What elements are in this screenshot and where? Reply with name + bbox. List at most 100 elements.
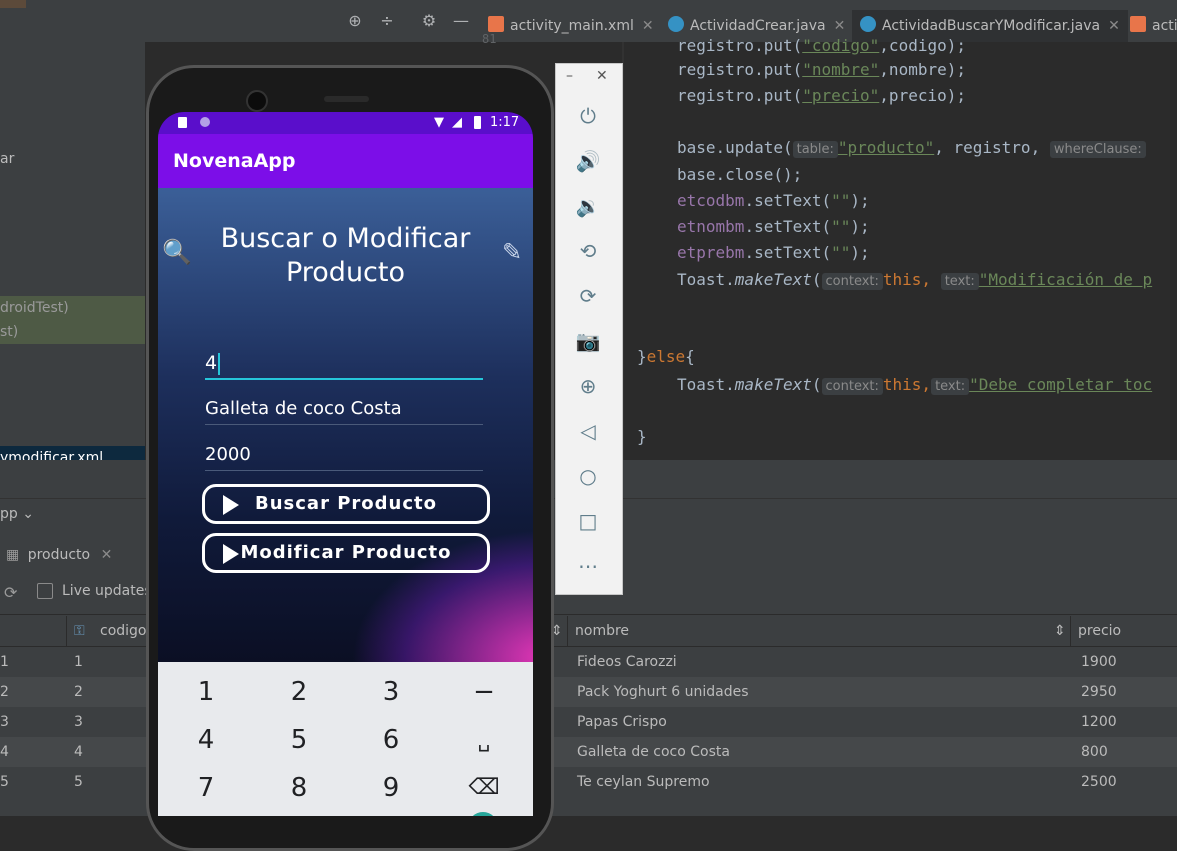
cell-codigo[interactable]: 2: [74, 677, 83, 707]
pencil-icon[interactable]: ✎: [502, 238, 522, 266]
modificar-producto-button[interactable]: Modificar Producto: [202, 533, 490, 573]
editor-tab-bar: ⊕ ÷ ⚙ — activity_main.xml ✕ ActividadCrea…: [0, 0, 1177, 45]
play-icon: [223, 544, 239, 564]
rotate-right-icon[interactable]: ⟳: [573, 281, 603, 311]
collapse-icon[interactable]: ÷: [378, 12, 396, 30]
tree-item-label: ar: [0, 151, 15, 167]
home-icon[interactable]: ○: [573, 461, 603, 491]
column-divider: [1070, 616, 1071, 646]
column-header-precio[interactable]: precio: [1078, 616, 1121, 646]
power-icon[interactable]: ⏻: [573, 101, 603, 131]
tree-item-android-test[interactable]: droidTest): [0, 296, 145, 320]
code-line: Toast.makeText(context: this, text: "Modif…: [677, 270, 1153, 290]
cell-precio[interactable]: 2950: [1081, 677, 1117, 707]
volume-up-icon[interactable]: 🔊: [573, 146, 603, 176]
overview-icon[interactable]: □: [573, 506, 603, 536]
key-minus[interactable]: −: [454, 670, 514, 714]
row-index: 1: [0, 654, 9, 670]
target-icon[interactable]: ⊕: [346, 12, 364, 30]
key-2[interactable]: 2: [269, 670, 329, 714]
code-line: }else{: [637, 347, 695, 366]
cell-precio[interactable]: 1900: [1081, 647, 1117, 677]
project-panel: ar droidTest) st) ymodificar.xml: [0, 42, 145, 497]
live-updates-checkbox[interactable]: [37, 583, 53, 599]
cell-nombre[interactable]: Papas Crispo: [577, 707, 667, 737]
cell-precio[interactable]: 1200: [1081, 707, 1117, 737]
param-hint: table:: [792, 141, 838, 158]
tab-label: ActividadBuscarYModificar.java: [882, 18, 1101, 34]
cell-codigo[interactable]: 3: [74, 707, 83, 737]
column-header-codigo[interactable]: codigo: [100, 616, 147, 646]
key-9[interactable]: 9: [361, 766, 421, 810]
clock: 1:17: [490, 115, 520, 130]
cell-nombre[interactable]: Pack Yoghurt 6 unidades: [577, 677, 749, 707]
tab-acti[interactable]: acti: [1130, 10, 1177, 42]
tab-activity-main-xml[interactable]: activity_main.xml ✕: [488, 10, 654, 42]
enter-key[interactable]: [468, 812, 498, 816]
cell-codigo[interactable]: 5: [74, 767, 83, 797]
key-1[interactable]: 1: [176, 670, 236, 714]
back-icon[interactable]: ◁: [573, 416, 603, 446]
close-icon[interactable]: ✕: [1108, 18, 1120, 34]
app-selector[interactable]: pp ⌄: [0, 506, 34, 522]
cell-codigo[interactable]: 4: [74, 737, 83, 767]
camera-icon[interactable]: 📷: [573, 326, 603, 356]
zoom-icon[interactable]: ⊕: [573, 371, 603, 401]
chevron-down-icon: ⌄: [22, 506, 34, 522]
tab-label: activity_main.xml: [510, 18, 634, 34]
code-line: registro.put("precio",precio);: [677, 86, 966, 105]
rotate-left-icon[interactable]: ⟲: [573, 236, 603, 266]
key-4[interactable]: 4: [176, 718, 236, 762]
codigo-input[interactable]: 4: [205, 352, 221, 375]
key-7[interactable]: 7: [176, 766, 236, 810]
search-icon[interactable]: 🔍: [162, 238, 192, 266]
xml-file-icon: [488, 16, 504, 32]
param-hint: text:: [940, 273, 979, 290]
minimize-icon[interactable]: —: [452, 12, 470, 30]
phone-screen: ▼ ◢ 1:17 NovenaApp 🔍 ✎ Buscar o Modifica…: [158, 112, 533, 816]
cell-nombre[interactable]: Galleta de coco Costa: [577, 737, 730, 767]
close-icon[interactable]: ✕: [642, 18, 654, 34]
tree-item-test[interactable]: st): [0, 320, 145, 344]
refresh-icon[interactable]: ⟳: [4, 583, 17, 602]
screen-content: 🔍 ✎ Buscar o Modificar Producto 4 Gallet…: [158, 188, 533, 662]
row-index: 4: [0, 744, 9, 760]
backspace-icon[interactable]: ⌫: [454, 766, 514, 810]
sd-card-icon: [178, 117, 187, 128]
space-key-icon[interactable]: ␣: [454, 718, 514, 762]
precio-input[interactable]: 2000: [205, 444, 251, 465]
cell-precio[interactable]: 2500: [1081, 767, 1117, 797]
cell-nombre[interactable]: Fideos Carozzi: [577, 647, 677, 677]
key-3[interactable]: 3: [361, 670, 421, 714]
code-editor[interactable]: 81 registro.put("codigo",codigo); regist…: [482, 32, 1177, 460]
volume-down-icon[interactable]: 🔉: [573, 191, 603, 221]
close-icon[interactable]: ✕: [596, 68, 608, 84]
app-bar: NovenaApp: [158, 134, 533, 188]
column-header-nombre[interactable]: nombre: [575, 616, 629, 646]
code-line: etprebm.setText("");: [677, 243, 870, 262]
key-8[interactable]: 8: [269, 766, 329, 810]
close-icon[interactable]: ✕: [101, 547, 113, 563]
app-selector-label: pp: [0, 506, 18, 522]
gear-icon[interactable]: ⚙: [420, 12, 438, 30]
java-class-icon: [860, 16, 876, 32]
buscar-producto-button[interactable]: Buscar Producto: [202, 484, 490, 524]
cell-precio[interactable]: 800: [1081, 737, 1108, 767]
battery-icon: [474, 116, 481, 129]
cell-nombre[interactable]: Te ceylan Supremo: [577, 767, 710, 797]
nombre-input[interactable]: Galleta de coco Costa: [205, 398, 402, 419]
key-5[interactable]: 5: [269, 718, 329, 762]
front-camera: [246, 90, 268, 112]
cell-codigo[interactable]: 1: [74, 647, 83, 677]
sort-icon[interactable]: ⇕: [1054, 616, 1066, 646]
minimize-icon[interactable]: –: [566, 68, 573, 84]
close-icon[interactable]: ✕: [834, 18, 846, 34]
param-hint: context:: [821, 273, 883, 290]
column-divider: [567, 616, 568, 646]
tree-item-ar[interactable]: ar: [0, 147, 145, 171]
key-6[interactable]: 6: [361, 718, 421, 762]
xml-file-icon: [1130, 16, 1146, 32]
tab-producto[interactable]: ▦ producto ✕: [0, 540, 145, 572]
more-icon[interactable]: ⋯: [573, 551, 603, 581]
precio-input-underline: [205, 470, 483, 471]
